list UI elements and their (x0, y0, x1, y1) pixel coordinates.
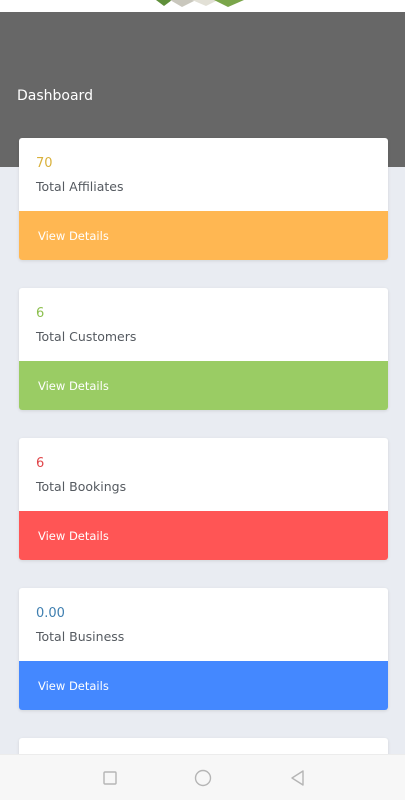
view-details-button[interactable]: View Details (19, 511, 388, 560)
stat-label: Total Customers (36, 329, 137, 344)
card-total-business: 0.00 Total Business View Details (19, 588, 388, 710)
back-triangle-icon[interactable] (289, 769, 307, 787)
stat-value: 0.00 (36, 606, 65, 621)
top-strip (0, 0, 405, 12)
stat-value: 70 (36, 156, 53, 171)
stat-label: Total Business (36, 629, 125, 644)
stat-label: Total Bookings (36, 479, 127, 494)
view-details-button[interactable]: View Details (19, 211, 388, 260)
card-total-customers: 6 Total Customers View Details (19, 288, 388, 410)
page-title: Dashboard (17, 88, 93, 104)
view-details-label: View Details (38, 679, 109, 693)
stat-value: 6 (36, 306, 45, 321)
card-total-bookings: 6 Total Bookings View Details (19, 438, 388, 560)
view-details-label: View Details (38, 229, 109, 243)
view-details-button[interactable]: View Details (19, 361, 388, 410)
view-details-label: View Details (38, 529, 109, 543)
stat-label: Total Affiliates (36, 179, 124, 194)
system-nav-bar (0, 754, 405, 800)
card-total-affiliates: 70 Total Affiliates View Details (19, 138, 388, 260)
view-details-label: View Details (38, 379, 109, 393)
stat-value: 6 (36, 456, 45, 471)
view-details-button[interactable]: View Details (19, 661, 388, 710)
square-icon[interactable] (101, 769, 119, 787)
circle-icon[interactable] (194, 769, 212, 787)
logo (152, 0, 252, 8)
